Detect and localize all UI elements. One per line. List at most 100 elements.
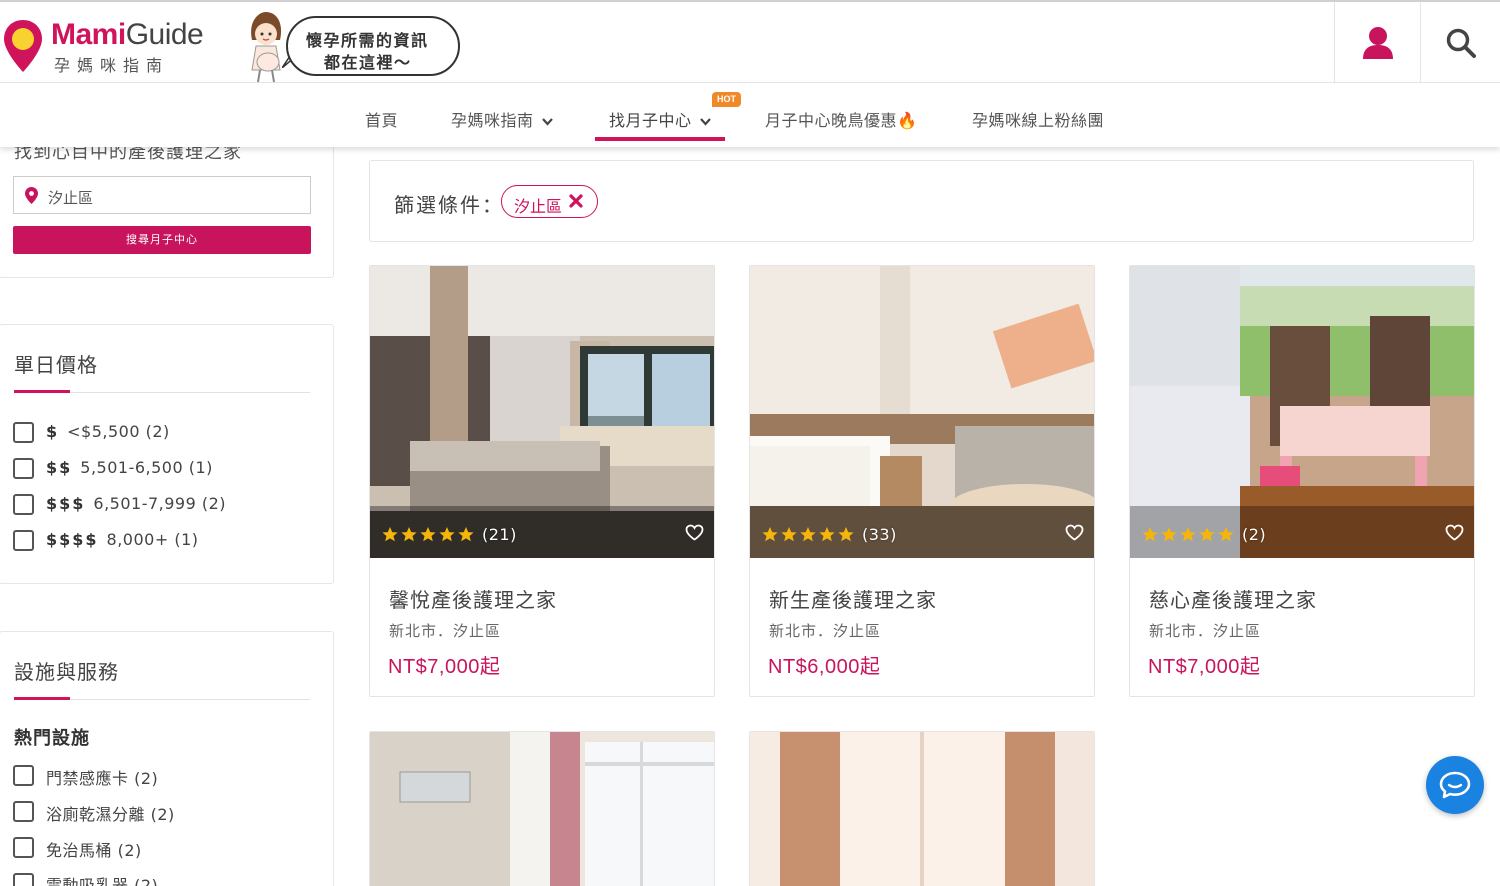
- user-icon: [1362, 26, 1393, 59]
- bubble-line-2: 都在這裡～: [324, 53, 412, 72]
- account-button[interactable]: [1334, 2, 1420, 83]
- nav-home-label: 首頁: [365, 111, 399, 130]
- bubble-line-1: 懷孕所需的資訊: [306, 31, 429, 50]
- rating: (2): [1142, 525, 1266, 544]
- star-icon: [1142, 526, 1234, 541]
- nav-guide[interactable]: 孕媽咪指南: [451, 107, 553, 131]
- price-label: 6,501-7,999 (2): [93, 494, 227, 513]
- center-location: 新北市．汐止區: [1149, 622, 1262, 640]
- rating-count: (21): [482, 525, 517, 544]
- facility-filter-title: 設施與服務: [14, 660, 119, 684]
- facility-checkbox-4[interactable]: [13, 873, 34, 886]
- rating: (21): [382, 525, 517, 544]
- nav-early-bird-label: 月子中心晚鳥優惠🔥: [765, 111, 918, 130]
- center-name[interactable]: 慈心產後護理之家: [1149, 584, 1317, 613]
- facility-option-2: 浴廁乾濕分離 (2): [46, 805, 175, 824]
- facility-option-1: 門禁感應卡 (2): [46, 769, 159, 788]
- center-location: 新北市．汐止區: [769, 622, 882, 640]
- center-name[interactable]: 馨悅產後護理之家: [389, 584, 557, 613]
- filter-chip-district[interactable]: 汐止區: [501, 185, 598, 218]
- price-symbol: $$: [46, 458, 73, 477]
- close-icon[interactable]: [569, 194, 583, 208]
- price-symbol: $$$$: [46, 530, 99, 549]
- main-nav: 首頁 孕媽咪指南 找月子中心 HOT 月子中心晚鳥優惠🔥 孕媽咪線上粉絲團: [0, 83, 1500, 147]
- facility-subtitle: 熱門設施: [14, 728, 90, 749]
- price-option-4: $$$$ 8,000+ (1): [46, 530, 199, 549]
- center-card[interactable]: [749, 731, 1095, 886]
- heart-icon[interactable]: [1065, 524, 1084, 541]
- facility-filter-accent: [14, 697, 70, 700]
- price-label: <$5,500 (2): [67, 422, 170, 441]
- active-filters-bar: 篩選條件： 汐止區: [369, 160, 1474, 242]
- price-symbol: $$$: [46, 494, 86, 513]
- price-label: 8,000+ (1): [106, 530, 199, 549]
- nav-find-center-label: 找月子中心: [609, 111, 692, 130]
- room-photo: [370, 266, 714, 558]
- center-location: 新北市．汐止區: [389, 622, 502, 640]
- search-center-button[interactable]: 搜尋月子中心: [13, 226, 311, 254]
- facility-checkbox-1[interactable]: [13, 765, 34, 786]
- center-card[interactable]: (33) 新生產後護理之家 新北市．汐止區 NT$6,000起: [749, 265, 1095, 697]
- facility-option-3: 免治馬桶 (2): [46, 841, 142, 860]
- price-checkbox-1[interactable]: [13, 422, 34, 443]
- logo-subtitle: 孕媽咪指南: [54, 56, 170, 75]
- room-photo: [750, 732, 1094, 886]
- center-card[interactable]: (2) 慈心產後護理之家 新北市．汐止區 NT$7,000起: [1129, 265, 1475, 697]
- room-photo: [1130, 266, 1474, 558]
- rating-count: (33): [862, 525, 897, 544]
- room-photo: [370, 732, 714, 886]
- rating: (33): [762, 525, 897, 544]
- price-filter-panel: 單日價格 $ <$5,500 (2) $$ 5,501-6,500 (1) $$$ 6…: [0, 324, 334, 584]
- logo-word-mami: Mami: [51, 18, 126, 51]
- price-option-1: $ <$5,500 (2): [46, 422, 170, 441]
- nav-guide-label: 孕媽咪指南: [451, 111, 534, 130]
- nav-early-bird[interactable]: 月子中心晚鳥優惠🔥: [765, 107, 917, 131]
- location-input-value: 汐止區: [48, 189, 94, 207]
- location-input[interactable]: 汐止區: [13, 176, 311, 214]
- facility-checkbox-2[interactable]: [13, 801, 34, 822]
- star-icon: [382, 526, 474, 541]
- active-filters-label: 篩選條件：: [394, 193, 504, 217]
- price-symbol: $: [46, 422, 60, 441]
- chevron-down-icon: [699, 117, 711, 126]
- nav-fan-group[interactable]: 孕媽咪線上粉絲團: [972, 107, 1104, 131]
- price-filter-accent: [14, 390, 70, 393]
- center-name[interactable]: 新生產後護理之家: [769, 584, 937, 613]
- center-price: NT$7,000起: [1148, 656, 1261, 678]
- nav-active-indicator: [595, 137, 725, 141]
- price-checkbox-4[interactable]: [13, 530, 34, 551]
- chevron-down-icon: [541, 117, 553, 126]
- rating-count: (2): [1242, 525, 1267, 544]
- center-card[interactable]: [369, 731, 715, 886]
- facility-checkbox-3[interactable]: [13, 837, 34, 858]
- center-price: NT$7,000起: [388, 656, 501, 678]
- map-pin-icon: [25, 187, 38, 204]
- search-button[interactable]: [1420, 2, 1500, 83]
- price-filter-title: 單日價格: [14, 353, 98, 377]
- mascot-illustration: [251, 12, 282, 83]
- chat-button[interactable]: [1426, 756, 1484, 814]
- chat-icon: [1439, 771, 1471, 799]
- price-option-3: $$$ 6,501-7,999 (2): [46, 494, 226, 513]
- top-header: MamiGuide 孕媽咪指南 懷孕所需的資訊 都在這裡～: [0, 0, 1500, 83]
- site-logo[interactable]: MamiGuide 孕媽咪指南: [2, 16, 222, 76]
- search-icon: [1446, 28, 1476, 58]
- room-photo: [750, 266, 1094, 558]
- logo-word-guide: Guide: [125, 18, 204, 51]
- center-price: NT$6,000起: [768, 656, 881, 678]
- facility-option-4: 電動吸乳器 (2): [46, 876, 159, 886]
- nav-find-center[interactable]: 找月子中心: [609, 107, 711, 131]
- price-label: 5,501-6,500 (1): [80, 458, 213, 477]
- nav-home[interactable]: 首頁: [365, 107, 398, 131]
- heart-icon[interactable]: [685, 524, 704, 541]
- nav-fan-group-label: 孕媽咪線上粉絲團: [972, 111, 1105, 130]
- heart-icon[interactable]: [1445, 524, 1464, 541]
- price-option-2: $$ 5,501-6,500 (1): [46, 458, 213, 477]
- filter-chip-label: 汐止區: [514, 197, 563, 216]
- hot-badge: HOT: [712, 92, 741, 107]
- logo-pin-icon: [4, 20, 42, 72]
- price-checkbox-3[interactable]: [13, 494, 34, 515]
- price-checkbox-2[interactable]: [13, 458, 34, 479]
- center-card[interactable]: (21) 馨悅產後護理之家 新北市．汐止區 NT$7,000起: [369, 265, 715, 697]
- speech-bubble: 懷孕所需的資訊 都在這裡～: [286, 16, 460, 76]
